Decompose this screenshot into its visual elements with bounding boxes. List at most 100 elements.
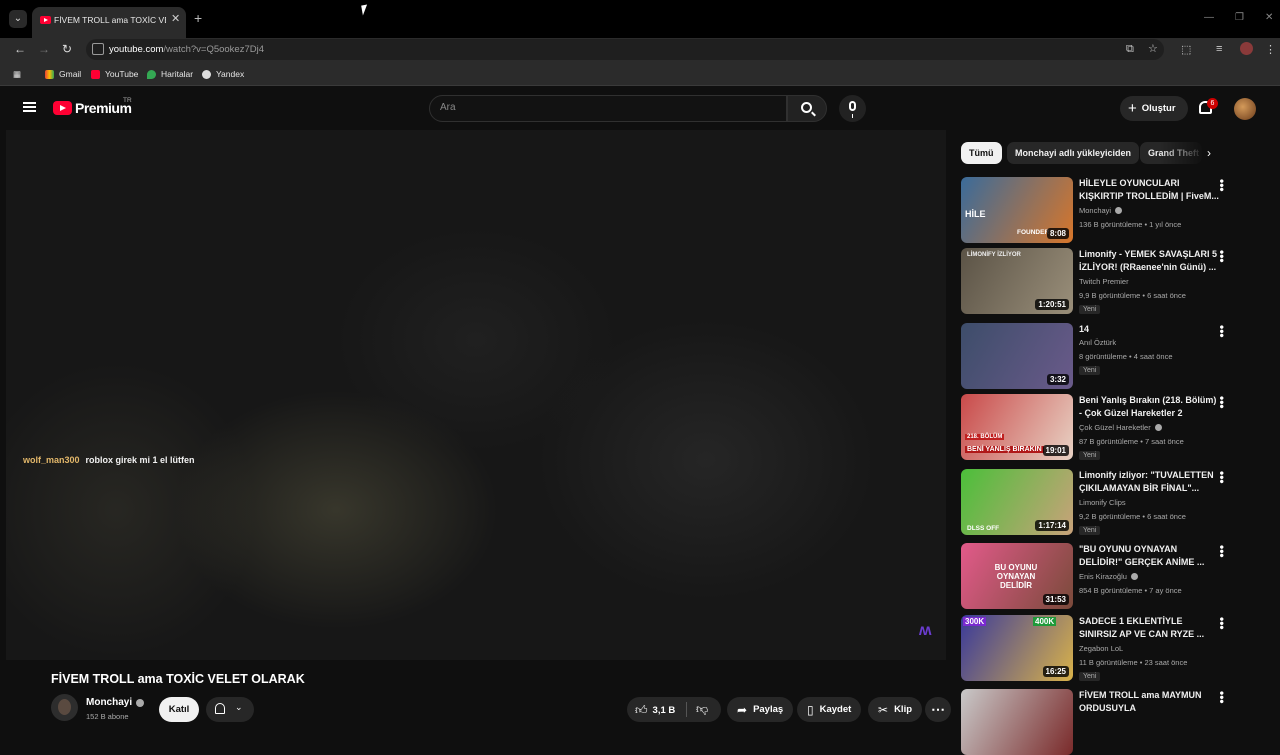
recommendation-thumbnail[interactable]: 3:32 bbox=[961, 323, 1073, 389]
recommendation-channel[interactable]: Limonify Clips bbox=[1079, 498, 1126, 507]
recommendation-thumbnail[interactable]: BU OYUNU OYNAYAN DELİDİR 31:53 bbox=[961, 543, 1073, 609]
close-window-icon[interactable]: ✕ bbox=[1265, 12, 1273, 23]
recommendation-title[interactable]: SADECE 1 EKLENTİYLE SINIRSIZ AP VE CAN R… bbox=[1079, 615, 1219, 641]
recommendation-title[interactable]: FİVEM TROLL ama MAYMUN ORDUSUYLA bbox=[1079, 689, 1219, 715]
media-control-icon[interactable]: ≡ bbox=[1216, 43, 1222, 55]
more-vertical-icon[interactable]: ••• bbox=[1215, 545, 1229, 558]
account-avatar[interactable] bbox=[1234, 98, 1256, 120]
notification-count-badge: 6 bbox=[1207, 98, 1218, 109]
recommendation-item[interactable]: 3:32 14 Anıl Öztürk 8 görüntüleme • 4 saat … bbox=[961, 323, 1236, 391]
bookmark-youtube[interactable]: YouTube bbox=[91, 69, 138, 79]
apps-grid-icon[interactable]: ▦ bbox=[13, 69, 21, 80]
create-button[interactable]: + Oluştur bbox=[1120, 96, 1188, 121]
more-vertical-icon[interactable]: ••• bbox=[1215, 691, 1229, 704]
minimize-icon[interactable]: — bbox=[1204, 12, 1214, 23]
recommendation-thumbnail[interactable]: 300K 400K 16:25 bbox=[961, 615, 1073, 681]
bookmark-haritalar[interactable]: Haritalar bbox=[147, 69, 193, 79]
more-vertical-icon[interactable]: ••• bbox=[1215, 471, 1229, 484]
video-player[interactable]: wolf_man300 roblox girek mi 1 el lütfen ʍ bbox=[6, 130, 946, 660]
recommendation-title[interactable]: HİLEYLE OYUNCULARI KIŞKIRTIP TROLLEDİM |… bbox=[1079, 177, 1219, 203]
duration-badge: 1:20:51 bbox=[1035, 299, 1069, 310]
chip-from-uploader[interactable]: Monchayi adlı yükleyiciden bbox=[1007, 142, 1140, 164]
search-input[interactable] bbox=[440, 102, 770, 113]
tab-search-button[interactable]: ⌄ bbox=[9, 10, 27, 28]
recommendation-item[interactable]: BU OYUNU OYNAYAN DELİDİR 31:53 "BU OYUNU O… bbox=[961, 543, 1236, 611]
more-actions-button[interactable]: ⋯ bbox=[925, 697, 951, 722]
recommendation-thumbnail[interactable]: 218. BÖLÜM BENİ YANLIŞ BIRAKIN 19:01 bbox=[961, 394, 1073, 460]
thumbnail-caption: 218. BÖLÜM bbox=[965, 434, 1005, 440]
voice-search-button[interactable] bbox=[839, 95, 866, 122]
dislike-button[interactable]: 👎︎ bbox=[696, 702, 708, 717]
channel-avatar[interactable] bbox=[51, 694, 78, 721]
channel-name[interactable]: Monchayi bbox=[86, 697, 145, 708]
new-tab-button[interactable]: + bbox=[194, 10, 202, 26]
browser-tab-active[interactable]: FİVEM TROLL ama TOXİC VELET ✕ bbox=[32, 7, 186, 38]
gmail-icon bbox=[45, 69, 54, 79]
recommendation-thumbnail[interactable]: LİMONİFY İZLİYOR 1:20:51 bbox=[961, 248, 1073, 314]
back-icon[interactable]: ← bbox=[14, 42, 26, 56]
recommendation-stats: 87 B görüntüleme • 7 saat önce bbox=[1079, 437, 1184, 446]
recommendation-channel[interactable]: Enis Kirazoğlu bbox=[1079, 572, 1138, 581]
more-vertical-icon[interactable]: ••• bbox=[1215, 396, 1229, 409]
recommendation-channel[interactable]: Çok Güzel Hareketler bbox=[1079, 423, 1162, 432]
bookmark-star-icon[interactable]: ☆ bbox=[1148, 42, 1158, 55]
recommendation-thumbnail[interactable] bbox=[961, 689, 1073, 755]
recommendation-title[interactable]: Beni Yanlış Bırakın (218. Bölüm) - Çok G… bbox=[1079, 394, 1219, 420]
video-title: FİVEM TROLL ama TOXİC VELET OLARAK bbox=[51, 672, 305, 686]
save-button[interactable]: ▯ Kaydet bbox=[797, 697, 862, 722]
browser-menu-icon[interactable]: ⋮ bbox=[1265, 43, 1276, 56]
subscription-bell-button[interactable]: ⌄ bbox=[206, 697, 254, 722]
thumbs-down-icon: 👎︎ bbox=[696, 702, 709, 716]
recommendation-title[interactable]: 14 bbox=[1079, 323, 1219, 336]
recommendation-title[interactable]: Limonify izliyor: "TUVALETTEN ÇIKILAMAYA… bbox=[1079, 469, 1219, 495]
like-button[interactable]: 👍︎ 3,1 B bbox=[635, 703, 675, 718]
bookmark-yandex[interactable]: Yandex bbox=[202, 69, 244, 79]
chevron-right-icon[interactable]: › bbox=[1207, 146, 1211, 160]
chip-all[interactable]: Tümü bbox=[961, 142, 1002, 164]
join-button[interactable]: Katıl bbox=[159, 697, 199, 722]
share-button[interactable]: ➦ Paylaş bbox=[727, 697, 794, 722]
profile-avatar-icon[interactable] bbox=[1240, 42, 1253, 55]
clip-button[interactable]: ✂ Klip bbox=[868, 697, 923, 722]
more-vertical-icon[interactable]: ••• bbox=[1215, 250, 1229, 263]
url-text: youtube.com/watch?v=Q5ookez7Dj4 bbox=[109, 44, 265, 55]
recommendation-channel[interactable]: Zegabon LoL bbox=[1079, 644, 1123, 653]
recommendation-stats: 8 görüntüleme • 4 saat önce bbox=[1079, 352, 1173, 361]
recommendation-title[interactable]: "BU OYUNU OYNAYAN DELİDİR!" GERÇEK ANİME… bbox=[1079, 543, 1219, 569]
recommendation-item[interactable]: 300K 400K 16:25 SADECE 1 EKLENTİYLE SINIRSI… bbox=[961, 615, 1236, 683]
guide-menu-icon[interactable] bbox=[23, 102, 36, 112]
recommendation-title[interactable]: Limonify - YEMEK SAVAŞLARI 5 İZLİYOR! (R… bbox=[1079, 248, 1219, 274]
recommendation-stats: 854 B görüntüleme • 7 ay önce bbox=[1079, 586, 1182, 595]
thumbnail-caption: FOUNDER bbox=[1017, 229, 1050, 236]
recommendation-channel[interactable]: Anıl Öztürk bbox=[1079, 338, 1116, 347]
maximize-icon[interactable]: ❐ bbox=[1235, 12, 1244, 23]
close-tab-icon[interactable]: ✕ bbox=[171, 12, 180, 25]
recommendation-item[interactable]: 218. BÖLÜM BENİ YANLIŞ BIRAKIN 19:01 Beni Y… bbox=[961, 394, 1236, 462]
search-button[interactable] bbox=[787, 95, 827, 122]
verified-badge-icon bbox=[1115, 207, 1123, 214]
recommendation-thumbnail[interactable]: DLSS OFF 1:17:14 bbox=[961, 469, 1073, 535]
thumbnail-caption: DLSS OFF bbox=[967, 525, 1000, 532]
duration-badge: 1:17:14 bbox=[1035, 520, 1069, 531]
more-vertical-icon[interactable]: ••• bbox=[1215, 617, 1229, 630]
extensions-icon[interactable]: ⬚ bbox=[1181, 43, 1191, 56]
bookmark-gmail[interactable]: Gmail bbox=[45, 69, 81, 79]
site-info-icon[interactable] bbox=[92, 43, 104, 55]
recommendation-item[interactable]: FİVEM TROLL ama MAYMUN ORDUSUYLA ••• bbox=[961, 689, 1236, 755]
recommendation-thumbnail[interactable]: HİLE FOUNDER 8:08 bbox=[961, 177, 1073, 243]
recommendation-stats: 11 B görüntüleme • 23 saat önce bbox=[1079, 658, 1188, 667]
bell-icon bbox=[215, 703, 225, 714]
recommendation-channel[interactable]: Twitch Premier bbox=[1079, 277, 1129, 286]
recommendation-channel[interactable]: Monchayi bbox=[1079, 206, 1123, 215]
more-vertical-icon[interactable]: ••• bbox=[1215, 179, 1229, 192]
recommendation-item[interactable]: LİMONİFY İZLİYOR 1:20:51 Limonify - YEMEK … bbox=[961, 248, 1236, 316]
youtube-premium-logo[interactable]: Premium TR bbox=[53, 97, 132, 116]
address-bar[interactable]: youtube.com/watch?v=Q5ookez7Dj4 ⧉ ☆ bbox=[86, 39, 1164, 60]
forward-icon[interactable]: → bbox=[38, 42, 50, 56]
search-box[interactable] bbox=[429, 95, 787, 122]
more-vertical-icon[interactable]: ••• bbox=[1215, 325, 1229, 338]
reload-icon[interactable]: ↻ bbox=[62, 42, 72, 56]
recommendation-item[interactable]: HİLE FOUNDER 8:08 HİLEYLE OYUNCULARI KIŞKIR… bbox=[961, 177, 1236, 245]
install-app-icon[interactable]: ⧉ bbox=[1126, 43, 1134, 56]
recommendation-item[interactable]: DLSS OFF 1:17:14 Limonify izliyor: "TUVALE… bbox=[961, 469, 1236, 537]
